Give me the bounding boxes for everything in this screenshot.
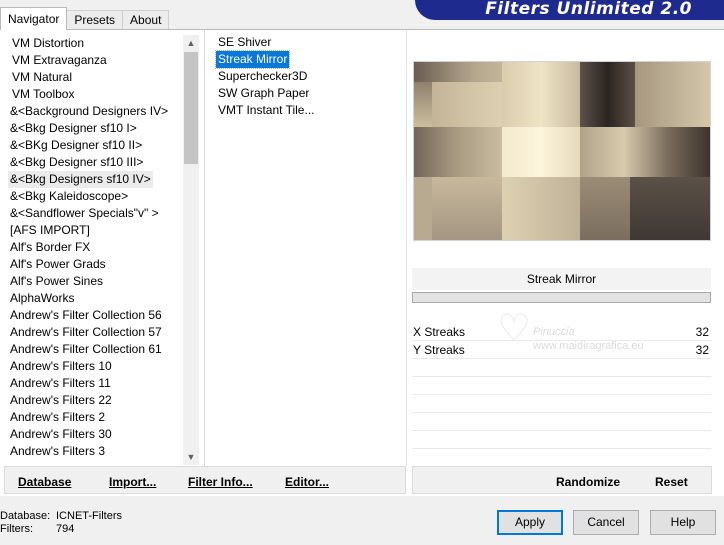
randomize-button[interactable]: Randomize	[556, 475, 620, 489]
category-scrollbar[interactable]: ▲ ▼	[183, 35, 199, 465]
button-label: Editor...	[285, 475, 330, 489]
category-item-partial[interactable]	[8, 460, 12, 465]
editor-button[interactable]: Editor...	[285, 475, 329, 489]
app-title: Filters Unlimited 2.0	[485, 0, 692, 19]
category-item[interactable]: Alf's Power Grads	[8, 256, 108, 273]
category-item[interactable]: [AFS IMPORT]	[8, 222, 92, 239]
filter-item[interactable]: SE Shiver	[216, 34, 273, 51]
reset-button[interactable]: Reset	[655, 475, 688, 489]
param-value[interactable]: 32	[696, 341, 709, 359]
database-value: ICNET-Filters	[56, 510, 122, 522]
param-row-empty	[412, 395, 711, 413]
category-item[interactable]: Andrew's Filters 2	[8, 409, 107, 426]
scroll-up-arrow-icon[interactable]: ▲	[183, 35, 199, 51]
filter-item[interactable]: Streak Mirror	[214, 50, 291, 69]
scrollbar-thumb[interactable]	[184, 52, 198, 164]
param-row-empty	[412, 413, 711, 431]
filter-item[interactable]: SW Graph Paper	[216, 85, 311, 102]
category-item[interactable]: &<Bkg Designer sf10 I>	[8, 120, 139, 137]
category-item[interactable]: Andrew's Filters 22	[8, 392, 114, 409]
list-divider	[204, 30, 205, 466]
button-label: Reset	[655, 475, 688, 489]
apply-button[interactable]: Apply	[497, 510, 563, 535]
watermark-name: Pinuccia	[533, 326, 575, 338]
filter-item[interactable]: VMT Instant Tile...	[216, 102, 316, 119]
category-item[interactable]: Andrew's Filters 10	[8, 358, 114, 375]
tab-navigator[interactable]: Navigator	[0, 7, 68, 30]
category-item[interactable]: AlphaWorks	[8, 290, 76, 307]
tab-strip: Navigator Presets About	[0, 7, 170, 30]
category-item[interactable]: &<Background Designers IV>	[8, 103, 170, 120]
filters-count-label: Filters:	[0, 523, 33, 535]
category-item[interactable]: Andrew's Filters 30	[8, 426, 114, 443]
category-item[interactable]: VM Extravaganza	[10, 52, 109, 69]
category-item[interactable]: &<Bkg Designer sf10 III>	[8, 154, 145, 171]
filter-preview-image	[413, 61, 711, 241]
list-divider	[406, 30, 407, 466]
category-item[interactable]: Andrew's Filter Collection 57	[8, 324, 164, 341]
category-item[interactable]: VM Distortion	[10, 35, 86, 52]
category-item[interactable]: Alf's Power Sines	[8, 273, 105, 290]
filter-item[interactable]: Superchecker3D	[216, 68, 309, 85]
category-item[interactable]: &<Sandflower Specials"v" >	[8, 205, 161, 222]
category-item[interactable]: Andrew's Filters 11	[8, 375, 113, 392]
button-label: Randomize	[556, 475, 621, 489]
category-list[interactable]: VM Distortion VM Extravaganza VM Natural VM…	[0, 30, 184, 465]
help-button[interactable]: Help	[650, 510, 716, 535]
filter-progress-bar	[412, 292, 711, 303]
selected-filter-name: Streak Mirror	[412, 268, 711, 290]
title-banner: Filters Unlimited 2.0	[415, 0, 724, 20]
category-item[interactable]: VM Toolbox	[10, 86, 76, 103]
cancel-button[interactable]: Cancel	[573, 510, 639, 535]
database-button[interactable]: Database	[18, 475, 71, 489]
param-row-empty	[412, 359, 711, 377]
category-item[interactable]: &<Bkg Kaleidoscope>	[8, 188, 130, 205]
category-item[interactable]: Andrew's Filter Collection 61	[8, 341, 164, 358]
category-item[interactable]: Andrew's Filter Collection 56	[8, 307, 164, 324]
button-label: Import...	[109, 475, 157, 489]
import-button[interactable]: Import...	[109, 475, 156, 489]
database-label: Database:	[0, 510, 51, 522]
scroll-down-arrow-icon[interactable]: ▼	[183, 449, 199, 465]
param-label: Y Streaks	[413, 343, 465, 357]
filter-info-button[interactable]: Filter Info...	[188, 475, 253, 489]
category-item[interactable]: Andrew's Filters 3	[8, 443, 107, 460]
watermark: ♡ Pinuccia www.maidiragrafica.eu	[497, 308, 667, 358]
tab-about[interactable]: About	[122, 10, 170, 30]
button-label: Filter Info...	[188, 475, 253, 489]
param-row-empty	[412, 449, 711, 467]
category-item[interactable]: &<BKg Designer sf10 II>	[8, 137, 144, 154]
button-label: Database	[18, 475, 72, 489]
param-label: X Streaks	[413, 325, 466, 339]
heart-icon: ♡	[497, 306, 532, 350]
param-row-empty	[412, 431, 711, 449]
filters-count-value: 794	[56, 523, 75, 535]
category-item[interactable]: VM Natural	[10, 69, 74, 86]
watermark-url: www.maidiragrafica.eu	[533, 340, 644, 352]
category-item[interactable]: &<Bkg Designers sf10 IV>	[8, 171, 153, 188]
filter-list[interactable]: SE Shiver Streak Mirror Superchecker3D SW G…	[206, 34, 404, 464]
param-row-empty	[412, 377, 711, 395]
category-item[interactable]: Alf's Border FX	[8, 239, 92, 256]
param-value[interactable]: 32	[696, 323, 709, 341]
tab-presets[interactable]: Presets	[66, 10, 124, 30]
